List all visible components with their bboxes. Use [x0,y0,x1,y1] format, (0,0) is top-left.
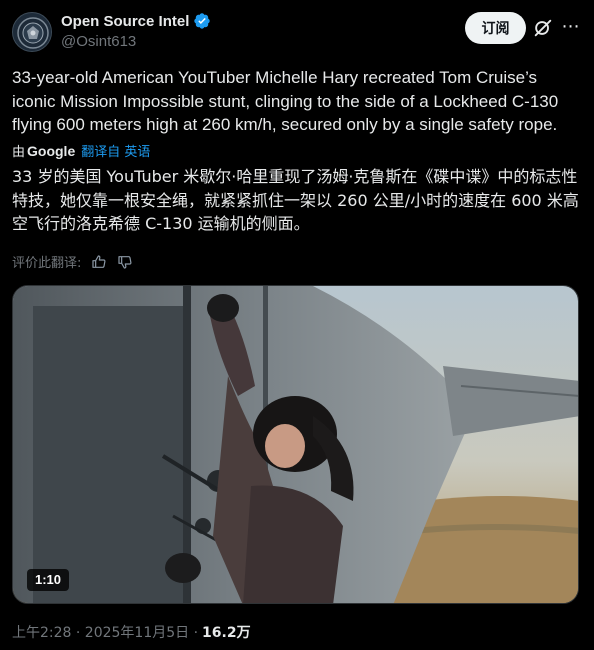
video-thumbnail [13,286,578,603]
seal-logo-icon [14,14,51,51]
post-timestamp[interactable]: 上午2:28 · 2025年11月5日 · [12,622,198,642]
post-metadata: 上午2:28 · 2025年11月5日 · 16.2万 [12,622,251,642]
post-text-translated: 33 岁的美国 YouTuber 米歇尔·哈里重现了汤姆·克鲁斯在《碟中谍》中的… [12,167,579,233]
author-avatar[interactable] [12,12,52,52]
rate-translation-row: 评价此翻译: [12,252,133,271]
translate-source-link[interactable]: 翻译自 英语 [81,141,150,160]
video-player[interactable] [12,285,579,604]
verified-badge-icon [194,13,211,29]
post-detail: Open Source Intel @Osint613 订阅 ⋯ 33-year… [0,0,594,650]
view-count: 16.2万 [202,625,251,641]
author-name-row[interactable]: Open Source Intel [61,12,211,30]
more-icon[interactable]: ⋯ [560,16,582,38]
translation-attribution: 由 Google 翻译自 英语 [12,141,150,161]
post-text-english: 33-year-old American YouTuber Michelle H… [12,68,559,134]
author-handle[interactable]: @Osint613 [61,33,136,50]
thumbs-down-icon[interactable] [117,254,133,270]
google-label: Google [27,142,76,159]
translate-by-label: 由 [12,145,26,160]
video-duration-badge: 1:10 [27,569,70,591]
grok-icon[interactable] [532,17,554,39]
subscribe-button[interactable]: 订阅 [465,12,526,44]
author-display-name[interactable]: Open Source Intel [61,13,189,30]
rate-translation-label: 评价此翻译: [12,256,82,271]
thumbs-up-icon[interactable] [91,254,107,270]
